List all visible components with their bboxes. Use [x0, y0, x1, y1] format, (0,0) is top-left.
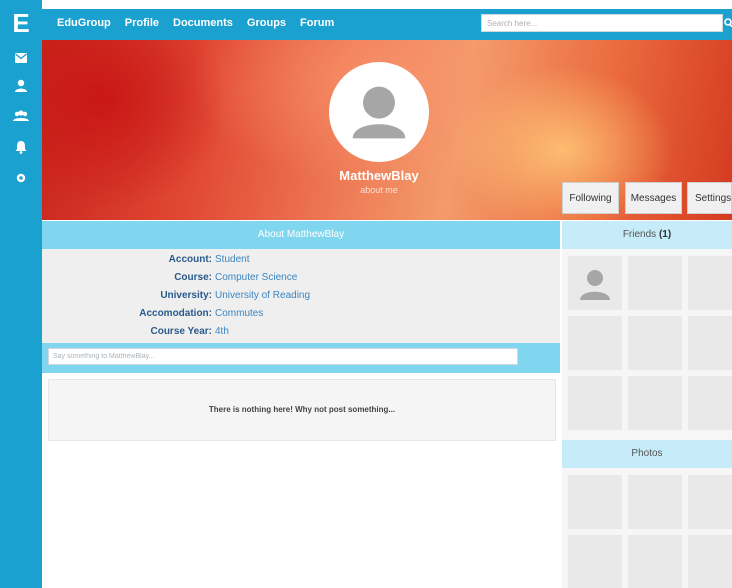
friend-avatar-icon — [568, 256, 622, 310]
about-header: About MatthewBlay — [42, 221, 560, 249]
gear-icon[interactable] — [11, 168, 31, 188]
info-label: Course Year: — [150, 326, 212, 337]
friend-tile — [628, 376, 682, 430]
nav-menu: EduGroup Profile Documents Groups Forum — [57, 9, 348, 37]
left-rail: E — [0, 0, 42, 588]
friend-tile — [628, 316, 682, 370]
nav-item-edugroup[interactable]: EduGroup — [57, 17, 111, 29]
friend-tile — [688, 316, 732, 370]
app-logo[interactable]: E — [0, 9, 42, 37]
top-nav: EduGroup Profile Documents Groups Forum — [42, 9, 732, 40]
about-me-link[interactable]: about me — [329, 185, 429, 195]
about-details: Account: Student Course: Computer Scienc… — [42, 249, 560, 343]
info-label: Accomodation: — [139, 308, 212, 319]
search-icon[interactable] — [723, 14, 732, 32]
following-button[interactable]: Following — [562, 182, 619, 214]
info-row-university: University: University of Reading — [42, 287, 560, 305]
empty-feed-message: There is nothing here! Why not post some… — [208, 405, 396, 414]
nav-item-profile[interactable]: Profile — [125, 17, 159, 29]
photo-tile — [628, 535, 682, 588]
feed-empty-state: There is nothing here! Why not post some… — [48, 379, 556, 441]
photo-tile — [628, 475, 682, 529]
default-avatar-icon — [332, 65, 426, 159]
bell-icon[interactable] — [11, 137, 31, 157]
photo-tile — [688, 535, 732, 588]
info-label: Course: — [174, 272, 212, 283]
info-row-course: Course: Computer Science — [42, 269, 560, 287]
info-value: Computer Science — [215, 272, 298, 283]
photo-tile — [568, 535, 622, 588]
post-bar — [42, 343, 560, 373]
photos-grid — [562, 468, 732, 588]
info-label: University: — [160, 290, 212, 301]
info-value: University of Reading — [215, 290, 311, 301]
photo-tile — [568, 475, 622, 529]
friends-count: (1) — [658, 229, 672, 240]
nav-item-documents[interactable]: Documents — [173, 17, 233, 29]
friend-tile — [628, 256, 682, 310]
photo-tile — [688, 475, 732, 529]
info-row-course-year: Course Year: 4th — [42, 323, 560, 341]
search-input[interactable] — [481, 14, 723, 32]
profile-username: MatthewBlay — [339, 168, 419, 183]
friend-tile — [568, 376, 622, 430]
nav-item-groups[interactable]: Groups — [247, 17, 286, 29]
photos-header: Photos — [562, 440, 732, 468]
friends-grid — [562, 249, 732, 440]
info-value: Student — [215, 254, 250, 265]
info-label: Account: — [168, 254, 212, 265]
nav-item-forum[interactable]: Forum — [300, 17, 334, 29]
friend-tile — [568, 316, 622, 370]
friend-tile — [688, 376, 732, 430]
friend-tile[interactable] — [568, 256, 622, 310]
friends-header: Friends (1) — [562, 221, 732, 249]
info-value: 4th — [215, 326, 229, 337]
mail-icon[interactable] — [11, 48, 31, 68]
profile-avatar[interactable] — [329, 62, 429, 162]
friends-label: Friends — [622, 229, 657, 240]
info-value: Commutes — [215, 308, 264, 319]
group-icon[interactable] — [11, 106, 31, 126]
settings-button[interactable]: Settings — [687, 182, 732, 214]
friend-tile — [688, 256, 732, 310]
user-icon[interactable] — [11, 76, 31, 96]
info-row-accomodation: Accomodation: Commutes — [42, 305, 560, 323]
post-input[interactable] — [48, 348, 518, 365]
messages-button[interactable]: Messages — [625, 182, 682, 214]
info-row-account: Account: Student — [42, 251, 560, 269]
profile-page: E EduGroup Profile Documents Groups Foru… — [0, 0, 732, 588]
